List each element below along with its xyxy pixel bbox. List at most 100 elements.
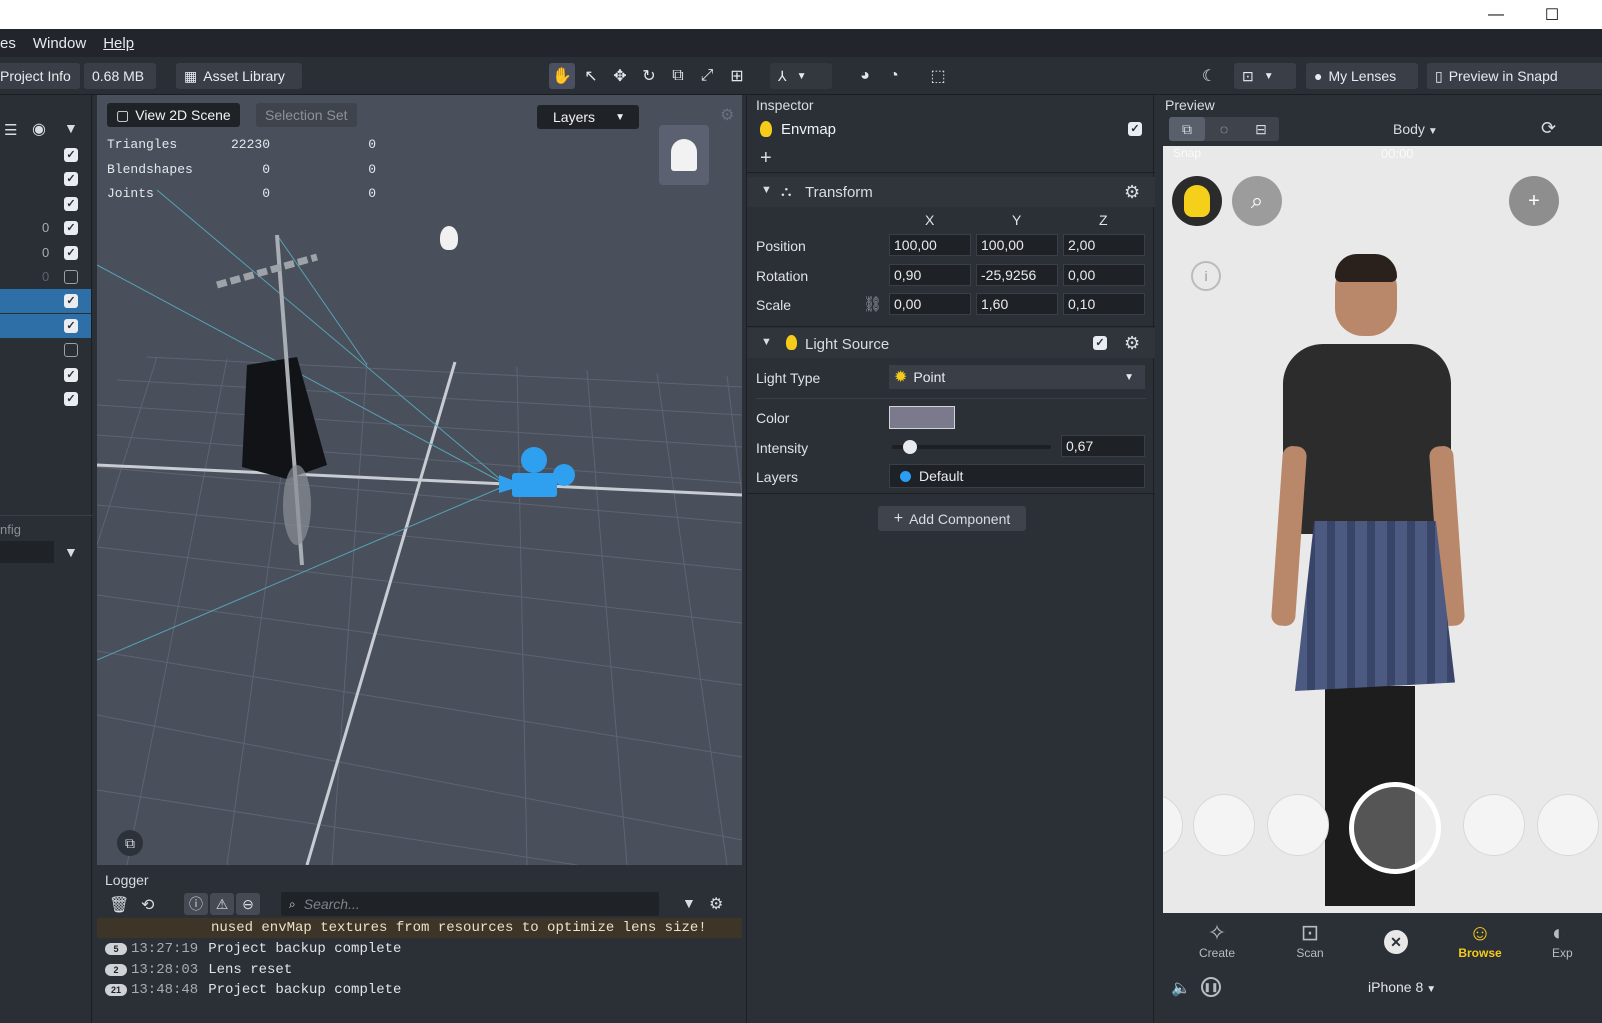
hand-tool-icon[interactable]: ✋ <box>549 63 575 89</box>
light-type-select[interactable]: ✹ Point ▼ <box>889 365 1145 389</box>
light-settings-icon[interactable]: ⚙ <box>1124 333 1140 354</box>
transform-z-input[interactable]: 2,00 <box>1063 234 1145 256</box>
intensity-input[interactable]: 0,67 <box>1061 435 1145 457</box>
transform-x-input[interactable]: 0,00 <box>889 293 971 315</box>
lens-carousel-item[interactable] <box>1163 794 1183 856</box>
light-bulb-icon[interactable] <box>440 226 458 250</box>
view-cube-icon[interactable] <box>659 125 709 185</box>
info-filter-icon[interactable]: ⓘ <box>184 893 208 915</box>
add-component-button[interactable]: + Add Component <box>878 506 1026 531</box>
visibility-checkbox[interactable]: ✓ <box>64 221 78 236</box>
info-icon[interactable]: i <box>1191 261 1221 291</box>
nav-browse[interactable]: ☺ Browse <box>1440 920 1520 960</box>
object-a-icon[interactable]: ◕ <box>852 63 878 89</box>
logger-filter-icon[interactable]: ▼ <box>682 895 696 911</box>
scene-viewport[interactable]: ▢ View 2D Scene Selection Set Layers ▼ ⚙ T… <box>97 95 742 865</box>
object-enabled-checkbox[interactable]: ✓ <box>1128 122 1142 136</box>
capture-button[interactable] <box>1349 782 1441 874</box>
transform-x-input[interactable]: 0,90 <box>889 263 971 286</box>
config-filter-icon[interactable]: ▼ <box>64 544 78 560</box>
lens-carousel-item[interactable] <box>1267 794 1329 856</box>
visibility-checkbox[interactable] <box>64 343 78 358</box>
rotate-tool-icon[interactable]: ↻ <box>636 63 662 89</box>
search-icon[interactable]: ⌕ <box>1232 176 1282 226</box>
color-swatch[interactable] <box>889 406 955 429</box>
visibility-checkbox[interactable]: ✓ <box>64 367 78 382</box>
hierarchy-row[interactable]: ✓ <box>0 192 91 216</box>
logger-settings-icon[interactable]: ⚙ <box>709 894 723 914</box>
transform-settings-icon[interactable]: ⚙ <box>1124 182 1140 203</box>
selection-set-button[interactable]: Selection Set <box>256 103 357 127</box>
preview-mode-c-icon[interactable]: ⊟ <box>1243 117 1279 141</box>
intensity-slider-knob[interactable] <box>902 440 917 454</box>
hierarchy-row[interactable]: ✓ <box>0 289 91 314</box>
view-2d-scene-button[interactable]: ▢ View 2D Scene <box>107 103 240 127</box>
move-tool-icon[interactable]: ✥ <box>607 63 633 89</box>
intensity-slider-track[interactable] <box>892 440 1051 454</box>
preview-mode-a-icon[interactable]: ⧉ <box>1169 117 1205 141</box>
pause-icon[interactable]: ❚❚ <box>1201 977 1221 997</box>
visibility-checkbox[interactable]: ✓ <box>64 196 78 211</box>
menu-item-files[interactable]: es <box>0 35 16 52</box>
maximize-icon[interactable]: ☐ <box>1534 0 1570 29</box>
transform-x-input[interactable]: 100,00 <box>889 234 971 256</box>
transform-y-input[interactable]: 100,00 <box>976 234 1058 256</box>
hierarchy-row[interactable]: 0 ✓ <box>0 241 91 265</box>
select-tool-icon[interactable]: ↖ <box>578 63 604 89</box>
scale-tool-icon[interactable]: ⧉ <box>665 63 691 89</box>
preview-in-snapchat-button[interactable]: ▯ Preview in Snapd <box>1427 63 1602 89</box>
trash-icon[interactable]: 🗑 <box>109 895 129 915</box>
gizmo-mode-dropdown[interactable]: ⅄ ▼ <box>770 63 832 89</box>
eye-icon[interactable]: ◉ <box>32 119 46 139</box>
hierarchy-row[interactable]: ✓ <box>0 363 91 387</box>
transform-y-input[interactable]: -25,9256 <box>976 263 1058 286</box>
visibility-checkbox[interactable] <box>64 270 78 284</box>
hierarchy-row[interactable]: 0 ✓ <box>0 216 91 240</box>
visibility-checkbox[interactable]: ✓ <box>64 294 78 309</box>
transform-section-header[interactable]: ▼ ⛬ Transform ⚙ <box>747 177 1155 207</box>
asset-library-button[interactable]: ▦ Asset Library <box>176 63 302 89</box>
preview-mode-b-icon[interactable]: ◌ <box>1206 117 1242 141</box>
phone-preview-screen[interactable]: Snap 00:00 ⌕ + i <box>1163 146 1602 913</box>
hierarchy-row[interactable]: 0 <box>0 265 91 289</box>
lens-carousel-item[interactable] <box>1537 794 1599 856</box>
close-icon[interactable]: ✕ <box>1384 930 1408 954</box>
light-enabled-checkbox[interactable]: ✓ <box>1093 336 1107 350</box>
visibility-checkbox[interactable]: ✓ <box>64 148 78 162</box>
filter-icon[interactable]: ▼ <box>64 120 78 136</box>
link-icon[interactable]: ⛓ <box>863 295 882 313</box>
project-info-button[interactable]: Project Info <box>0 63 80 89</box>
snap-tool-icon[interactable]: ⊞ <box>724 63 750 89</box>
bitmoji-avatar[interactable] <box>1172 176 1222 226</box>
transform-z-input[interactable]: 0,10 <box>1063 293 1145 315</box>
hierarchy-row[interactable]: ✓ <box>0 313 91 338</box>
logger-search-input[interactable]: ⌕ Search... <box>281 892 659 916</box>
warning-filter-icon[interactable]: ⚠ <box>210 893 234 915</box>
visibility-checkbox[interactable]: ✓ <box>64 172 78 187</box>
transform-z-input[interactable]: 0,00 <box>1063 263 1145 286</box>
device-dropdown[interactable]: iPhone 8 ▼ <box>1368 979 1436 995</box>
nav-create[interactable]: ✧ Create <box>1177 920 1257 960</box>
hierarchy-row[interactable]: ✓ <box>0 387 91 411</box>
nav-explore[interactable]: ◐ Exp <box>1532 920 1602 960</box>
add-icon[interactable]: + <box>760 147 772 170</box>
rect-tool-icon[interactable]: ⤢ <box>694 63 720 89</box>
minimize-icon[interactable]: — <box>1478 0 1514 29</box>
hierarchy-row[interactable]: ✓ <box>0 143 91 167</box>
visibility-checkbox[interactable]: ✓ <box>64 245 78 260</box>
lens-carousel-item[interactable] <box>1463 794 1525 856</box>
config-search-input[interactable] <box>0 541 54 563</box>
visibility-checkbox[interactable]: ✓ <box>64 318 78 333</box>
refresh-icon[interactable]: ⟳ <box>1541 118 1556 139</box>
my-lenses-button[interactable]: ● My Lenses <box>1306 63 1418 89</box>
menu-item-help[interactable]: Help <box>103 35 134 52</box>
add-friend-icon[interactable]: + <box>1509 176 1559 226</box>
hierarchy-row[interactable] <box>0 338 91 362</box>
body-dropdown[interactable]: Body ▼ <box>1393 121 1438 137</box>
clear-on-reset-icon[interactable]: ⟲ <box>141 895 154 915</box>
object-name[interactable]: Envmap <box>781 121 836 138</box>
layers-select[interactable]: Default <box>889 464 1145 488</box>
menu-item-window[interactable]: Window <box>33 35 86 52</box>
speaker-icon[interactable]: 🔈 <box>1171 978 1191 998</box>
transform-y-input[interactable]: 1,60 <box>976 293 1058 315</box>
